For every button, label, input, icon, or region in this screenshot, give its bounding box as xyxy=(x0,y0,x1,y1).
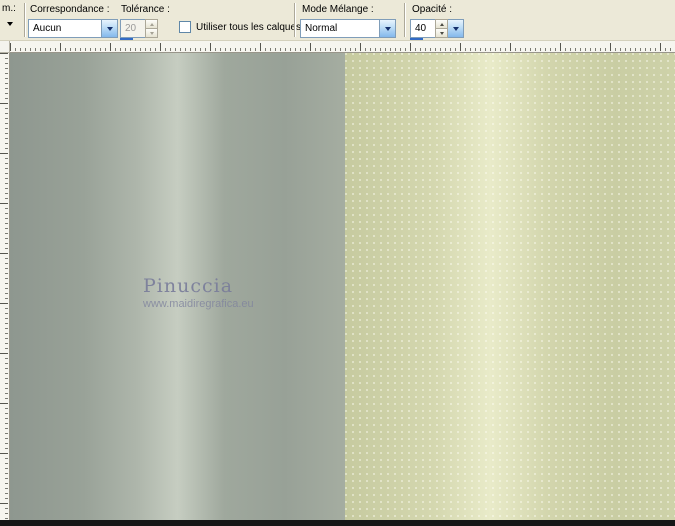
use-all-layers-checkbox[interactable]: Utiliser tous les calques xyxy=(179,21,301,33)
app-window: m.: Correspondance : Aucun Tolérance : 2… xyxy=(0,0,675,526)
ruler-corner xyxy=(0,41,10,53)
horizontal-ruler[interactable] xyxy=(10,41,675,53)
tolerance-value: 20 xyxy=(120,19,145,38)
checkbox-icon[interactable] xyxy=(179,21,191,33)
opacity-slider-indicator xyxy=(410,38,423,40)
image-canvas[interactable]: Pinuccia www.maidiregrafica.eu xyxy=(10,53,675,520)
chevron-down-icon xyxy=(452,26,459,31)
arrow-down-icon xyxy=(149,31,154,35)
window-bottom-edge xyxy=(0,520,675,526)
chevron-down-icon xyxy=(384,26,391,31)
tolerance-label: Tolérance : xyxy=(121,4,170,15)
match-mode-label: Correspondance : xyxy=(30,4,110,15)
vertical-ruler[interactable] xyxy=(0,53,10,520)
arrow-up-icon xyxy=(149,22,154,26)
spinner-down-button[interactable] xyxy=(436,28,447,37)
tolerance-spinner: 20 xyxy=(120,19,158,38)
match-mode-dropdown-button[interactable] xyxy=(101,20,117,37)
blend-mode-value: Normal xyxy=(305,23,338,34)
tolerance-spin-buttons xyxy=(145,19,158,38)
tool-options-toolbar: m.: Correspondance : Aucun Tolérance : 2… xyxy=(0,0,675,41)
chevron-down-icon xyxy=(106,26,113,31)
arrow-down-icon xyxy=(439,31,444,35)
spinner-up-button xyxy=(146,20,157,28)
truncated-label: m.: xyxy=(2,3,16,14)
blend-mode-label: Mode Mélange : xyxy=(302,4,374,15)
tolerance-slider-indicator xyxy=(120,38,133,40)
toolbar-separator xyxy=(294,3,296,37)
opacity-slider-dropdown-button[interactable] xyxy=(448,19,464,38)
opacity-spinner[interactable]: 40 xyxy=(410,19,464,38)
spinner-up-button[interactable] xyxy=(436,20,447,28)
ruler-major-ticks xyxy=(10,43,675,51)
use-all-layers-label: Utiliser tous les calques xyxy=(196,21,302,33)
toolbar-separator xyxy=(404,3,406,37)
toolbar-overflow-button[interactable] xyxy=(3,17,17,31)
toolbar-separator xyxy=(24,3,26,37)
match-mode-value: Aucun xyxy=(33,23,62,34)
opacity-value[interactable]: 40 xyxy=(410,19,435,38)
canvas-right-gradient[interactable] xyxy=(345,53,675,520)
chevron-down-icon xyxy=(7,22,13,26)
opacity-spin-buttons[interactable] xyxy=(435,19,448,38)
ruler-major-ticks xyxy=(0,53,8,520)
canvas-left-gradient[interactable] xyxy=(10,53,345,520)
spinner-down-button xyxy=(146,28,157,37)
blend-mode-dropdown-button[interactable] xyxy=(379,20,395,37)
arrow-up-icon xyxy=(439,22,444,26)
blend-mode-select[interactable]: Normal xyxy=(300,19,396,38)
match-mode-select[interactable]: Aucun xyxy=(28,19,118,38)
opacity-label: Opacité : xyxy=(412,4,453,15)
